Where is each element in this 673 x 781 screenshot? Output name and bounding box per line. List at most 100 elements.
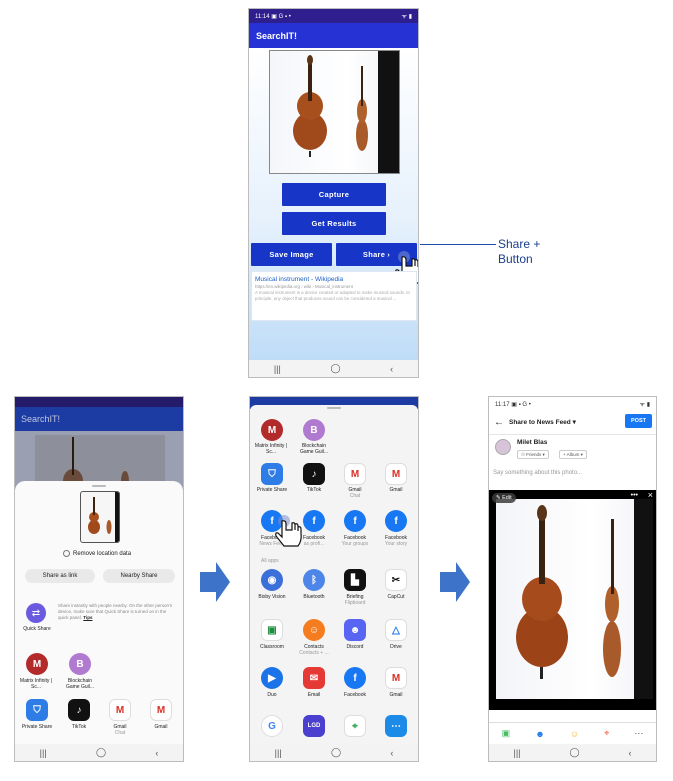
back-button[interactable]: ‹: [390, 748, 393, 758]
quick-share-icon[interactable]: ⇄: [26, 603, 46, 623]
private-share-icon[interactable]: ⛉: [261, 463, 283, 485]
tiktok-icon[interactable]: ♪: [68, 699, 90, 721]
gmail-chat-icon[interactable]: M: [109, 699, 131, 721]
get-results-button[interactable]: Get Results: [282, 212, 386, 235]
drive-icon[interactable]: △: [385, 619, 407, 641]
user-name: Milet Blas: [517, 439, 548, 446]
status-bar: [15, 397, 183, 407]
facebook-story-icon[interactable]: f: [385, 510, 407, 532]
recent-apps-button[interactable]: |||: [40, 748, 47, 758]
bluetooth-label: Bluetooth: [303, 594, 325, 600]
status-bar: 11:14 ▣ G ▪ • ᯤ ▮: [249, 9, 418, 23]
audience-selector[interactable]: ⚇ Friends ▾: [517, 450, 549, 459]
google-icon[interactable]: G: [261, 715, 283, 737]
bixby-vision-icon[interactable]: ◉: [261, 569, 283, 591]
edit-label: Edit: [502, 495, 512, 501]
capture-button[interactable]: Capture: [282, 183, 386, 206]
save-image-button[interactable]: Save Image: [251, 243, 332, 266]
violin-photo-icon: [88, 492, 119, 542]
arrow-right-icon: [440, 562, 470, 602]
nav-bar: ||| ◯ ‹: [489, 744, 656, 761]
contacts-icon[interactable]: ☺: [303, 619, 325, 641]
nearby-share-button[interactable]: Nearby Share: [103, 569, 175, 583]
post-text-input[interactable]: Say something about this photo...: [493, 470, 582, 476]
status-bar: 11:17 ▣ ▪ G • ᯤ ▮: [489, 397, 656, 411]
briefing-flipboard-icon[interactable]: ▙: [344, 569, 366, 591]
tiktok-icon[interactable]: ♪: [303, 463, 325, 485]
recent-apps-button[interactable]: |||: [275, 748, 282, 758]
back-button[interactable]: ‹: [629, 748, 632, 758]
back-arrow-icon[interactable]: ←: [494, 417, 504, 428]
facebook-icon[interactable]: f: [344, 667, 366, 689]
lgd-icon[interactable]: LGD: [303, 715, 325, 737]
facebook-groups-icon[interactable]: f: [344, 510, 366, 532]
home-button[interactable]: ◯: [330, 363, 340, 374]
messages-icon[interactable]: ⋯: [385, 715, 407, 737]
gmail-chat-label: Gmail Chat: [336, 487, 374, 499]
share-destination-dropdown[interactable]: Share to News Feed ▾: [509, 418, 576, 426]
divider: [489, 434, 656, 435]
bluetooth-icon[interactable]: ᛒ: [303, 569, 325, 591]
maps-icon[interactable]: ⌖: [344, 715, 366, 737]
arrow-right-icon: [200, 562, 230, 602]
captured-image: [269, 50, 400, 174]
gmail-icon[interactable]: M: [150, 699, 172, 721]
app-title: SearchIT!: [249, 23, 418, 48]
callout-line-2: Button: [498, 252, 533, 266]
quick-share-label: Quick Share: [23, 626, 51, 632]
photo-icon[interactable]: ▣: [502, 728, 511, 739]
feeling-icon[interactable]: ☺: [570, 729, 579, 739]
tips-link[interactable]: Tips: [83, 615, 92, 620]
search-result-card[interactable]: Musical instrument - Wikipedia https://e…: [251, 271, 417, 321]
private-share-label: Private Share: [256, 487, 288, 493]
more-icon[interactable]: ⋯: [634, 728, 643, 739]
home-button[interactable]: ◯: [569, 747, 579, 758]
recent-apps-button[interactable]: |||: [274, 364, 281, 374]
result-title-link[interactable]: Musical instrument - Wikipedia: [255, 275, 413, 284]
capcut-icon[interactable]: ✂: [385, 569, 407, 591]
contact-matrix-avatar[interactable]: M: [261, 419, 283, 441]
post-button[interactable]: POST: [625, 414, 652, 428]
quick-share-text: Share instantly with people nearby. On t…: [58, 603, 173, 620]
recent-apps-button[interactable]: |||: [513, 748, 520, 758]
tag-people-icon[interactable]: ☻: [535, 729, 544, 739]
edit-photo-button[interactable]: ✎ Edit: [492, 493, 516, 503]
location-icon[interactable]: ⌖: [604, 728, 609, 739]
close-icon[interactable]: ×: [648, 490, 653, 500]
status-notification-icons: ▣ G ▪ •: [271, 13, 291, 20]
nav-bar: ||| ◯ ‹: [249, 360, 418, 377]
classroom-icon[interactable]: ▣: [261, 619, 283, 641]
home-button[interactable]: ◯: [331, 747, 341, 758]
contact-blockchain-label: Blockchain Game Guil...: [299, 443, 329, 455]
back-button[interactable]: ‹: [390, 364, 393, 374]
email-icon[interactable]: ✉: [303, 667, 325, 689]
sheet-handle[interactable]: [92, 485, 106, 487]
back-button[interactable]: ‹: [155, 748, 158, 758]
contact-matrix-avatar[interactable]: M: [26, 653, 48, 675]
gmail-icon[interactable]: M: [385, 463, 407, 485]
gmail-icon[interactable]: M: [385, 667, 407, 689]
app-title: SearchIT!: [15, 407, 183, 431]
facebook-groups-label: Facebook Your groups: [336, 535, 374, 547]
discord-icon[interactable]: ☻: [344, 619, 366, 641]
post-photo-content: [496, 499, 653, 699]
album-selector[interactable]: + Album ▾: [559, 450, 587, 459]
gmail-chat-icon[interactable]: M: [344, 463, 366, 485]
briefing-label: Briefing Flipboard: [336, 594, 374, 606]
contact-blockchain-avatar[interactable]: B: [69, 653, 91, 675]
callout-label: Share + Button: [498, 237, 540, 267]
share-as-link-button[interactable]: Share as link: [25, 569, 95, 583]
remove-location-option[interactable]: Remove location data: [63, 550, 131, 557]
gmail-label: Gmail: [389, 692, 403, 698]
share-arrow-icon: ›: [387, 250, 391, 259]
violin-photo-icon: [293, 51, 399, 173]
nav-bar: ||| ◯ ‹: [250, 744, 418, 761]
home-button[interactable]: ◯: [96, 747, 106, 758]
contact-blockchain-avatar[interactable]: B: [303, 419, 325, 441]
remove-location-radio[interactable]: [63, 550, 70, 557]
more-options-icon[interactable]: •••: [631, 492, 638, 499]
sheet-handle[interactable]: [327, 407, 341, 409]
private-share-icon[interactable]: ⛉: [26, 699, 48, 721]
duo-icon[interactable]: ▶: [261, 667, 283, 689]
briefing-sub: Flipboard: [344, 600, 366, 606]
